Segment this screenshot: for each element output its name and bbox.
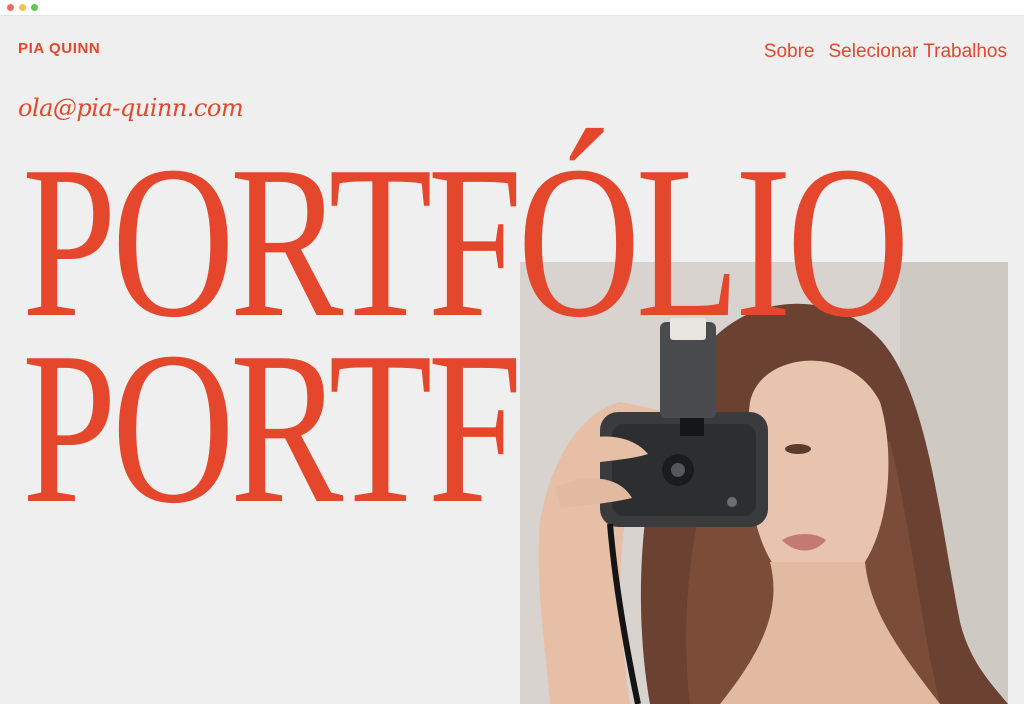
hero-headline: PORTFÓLIO PORTF — [22, 134, 910, 549]
nav-link-selecionar-trabalhos[interactable]: Selecionar Trabalhos — [829, 41, 1008, 63]
hero-headline-line-2: PORTF — [22, 308, 522, 549]
window-minimize-dot[interactable] — [19, 4, 26, 11]
window-zoom-dot[interactable] — [31, 4, 38, 11]
contact-email-link[interactable]: ola@pia-quinn.com — [18, 94, 244, 122]
main-nav: Sobre Selecionar Trabalhos — [764, 41, 1007, 63]
brand-logo[interactable]: PIA QUINN — [18, 40, 100, 57]
window-close-dot[interactable] — [7, 4, 14, 11]
browser-chrome — [0, 0, 1024, 16]
nav-link-sobre[interactable]: Sobre — [764, 41, 815, 63]
